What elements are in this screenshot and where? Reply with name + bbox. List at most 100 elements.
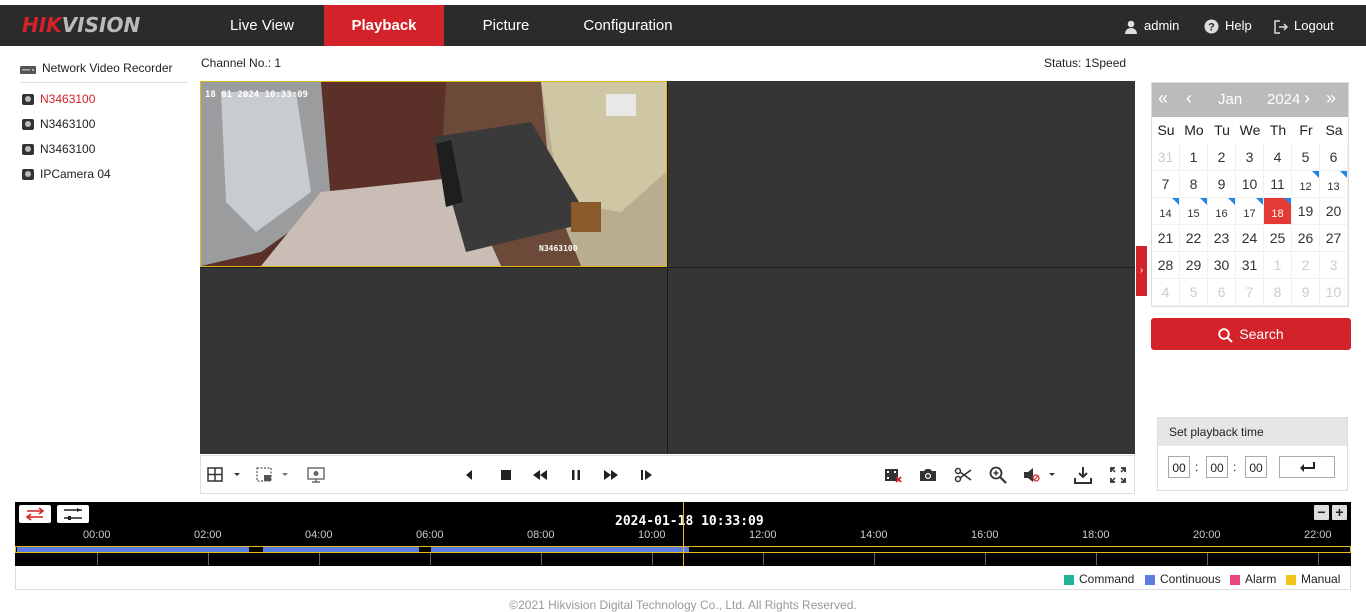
calendar-day[interactable]: 23 bbox=[1208, 225, 1236, 252]
channel-label: N3463100 bbox=[40, 117, 96, 131]
calendar-day[interactable]: 29 bbox=[1180, 252, 1208, 279]
calendar-day[interactable]: 1 bbox=[1264, 252, 1292, 279]
timeline-settings-button[interactable] bbox=[57, 505, 89, 523]
calendar-day[interactable]: 28 bbox=[1152, 252, 1180, 279]
timeline-zoom-out-button[interactable]: − bbox=[1314, 505, 1329, 520]
calendar-day[interactable]: 7 bbox=[1152, 171, 1180, 198]
calendar-day[interactable]: 11 bbox=[1264, 171, 1292, 198]
calendar-day[interactable]: 1 bbox=[1180, 144, 1208, 171]
channel-item[interactable]: N3463100 bbox=[22, 116, 95, 132]
video-window-2[interactable] bbox=[668, 81, 1135, 267]
calendar-day[interactable]: 20 bbox=[1320, 198, 1348, 225]
channel-item[interactable]: IPCamera 04 bbox=[22, 166, 111, 182]
reverse-play-button[interactable] bbox=[459, 466, 479, 484]
help-label: Help bbox=[1225, 18, 1252, 33]
stop-all-button[interactable] bbox=[883, 466, 903, 484]
frame-step-icon bbox=[641, 470, 652, 480]
zoom-button[interactable] bbox=[988, 466, 1008, 484]
video-window-1[interactable]: 18 01 2024 10:33:09 N3463100 bbox=[200, 81, 667, 267]
channel-item[interactable]: N3463100 bbox=[22, 91, 95, 107]
calendar-day[interactable]: 31 bbox=[1236, 252, 1264, 279]
calendar-day[interactable]: 8 bbox=[1264, 279, 1292, 306]
calendar-day[interactable]: 2 bbox=[1208, 144, 1236, 171]
rewind-icon bbox=[533, 470, 547, 480]
slow-forward-button[interactable] bbox=[530, 466, 550, 484]
calendar-day[interactable]: 10 bbox=[1236, 171, 1264, 198]
calendar-day[interactable]: 5 bbox=[1292, 144, 1320, 171]
calendar-day[interactable]: 27 bbox=[1320, 225, 1348, 252]
calendar-day[interactable]: 30 bbox=[1208, 252, 1236, 279]
calendar-day[interactable]: 17 bbox=[1236, 198, 1264, 225]
calendar-day[interactable]: 9 bbox=[1208, 171, 1236, 198]
tab-picture[interactable]: Picture bbox=[444, 5, 568, 46]
calendar-day[interactable]: 6 bbox=[1320, 144, 1348, 171]
calendar-day[interactable]: 4 bbox=[1152, 279, 1180, 306]
fullscreen-button[interactable] bbox=[1108, 466, 1128, 484]
search-button[interactable]: Search bbox=[1151, 318, 1351, 350]
calendar-day[interactable]: 5 bbox=[1180, 279, 1208, 306]
calendar-day[interactable]: 2 bbox=[1292, 252, 1320, 279]
prev-month-icon[interactable]: ‹ bbox=[1186, 88, 1192, 109]
timeline-expand-button[interactable] bbox=[19, 505, 51, 523]
calendar-day[interactable]: 4 bbox=[1264, 144, 1292, 171]
legend-item: Manual bbox=[1286, 572, 1340, 586]
calendar-day[interactable]: 14 bbox=[1152, 198, 1180, 225]
calendar-day[interactable]: 8 bbox=[1180, 171, 1208, 198]
calendar-day[interactable]: 24 bbox=[1236, 225, 1264, 252]
download-button[interactable] bbox=[1073, 466, 1093, 484]
calendar-day[interactable]: 16 bbox=[1208, 198, 1236, 225]
video-camera-name-overlay: N3463100 bbox=[539, 244, 578, 253]
prev-year-icon[interactable]: « bbox=[1158, 88, 1168, 109]
capture-region-button[interactable] bbox=[256, 466, 290, 484]
calendar-day[interactable]: 15 bbox=[1180, 198, 1208, 225]
calendar: « ‹ Jan 2024 › » Su Mo Tu We Th Fr Sa 31… bbox=[1151, 82, 1349, 307]
recording-segment bbox=[431, 547, 689, 552]
hour-input[interactable]: 00 bbox=[1168, 456, 1190, 478]
calendar-day[interactable]: 10 bbox=[1320, 279, 1348, 306]
video-window-4[interactable] bbox=[668, 268, 1135, 454]
timeline-tick-label: 12:00 bbox=[749, 529, 777, 541]
calendar-day[interactable]: 25 bbox=[1264, 225, 1292, 252]
calendar-day[interactable]: 3 bbox=[1236, 144, 1264, 171]
calendar-day[interactable]: 13 bbox=[1320, 171, 1348, 198]
calendar-day[interactable]: 7 bbox=[1236, 279, 1264, 306]
channel-item[interactable]: N3463100 bbox=[22, 141, 95, 157]
help-link[interactable]: ? Help bbox=[1204, 5, 1252, 46]
calendar-day[interactable]: 6 bbox=[1208, 279, 1236, 306]
playhead[interactable] bbox=[683, 502, 684, 566]
calendar-day[interactable]: 22 bbox=[1180, 225, 1208, 252]
tab-live-view[interactable]: Live View bbox=[200, 5, 324, 46]
calendar-day[interactable]: 12 bbox=[1292, 171, 1320, 198]
tab-playback[interactable]: Playback bbox=[324, 5, 444, 46]
device-tree-root[interactable]: Network Video Recorder bbox=[20, 60, 188, 83]
tab-configuration[interactable]: Configuration bbox=[568, 5, 688, 46]
go-to-time-button[interactable] bbox=[1279, 456, 1335, 478]
single-frame-button[interactable] bbox=[637, 466, 657, 484]
fast-forward-button[interactable] bbox=[601, 466, 621, 484]
calendar-day[interactable]: 9 bbox=[1292, 279, 1320, 306]
minute-input[interactable]: 00 bbox=[1206, 456, 1228, 478]
capture-button[interactable] bbox=[918, 466, 938, 484]
second-input[interactable]: 00 bbox=[1245, 456, 1267, 478]
stop-button[interactable] bbox=[496, 466, 516, 484]
clip-button[interactable] bbox=[953, 466, 973, 484]
timeline[interactable]: 2024-01-18 10:33:09 − + 00:00 02:00 04:00 0… bbox=[15, 502, 1351, 566]
digital-zoom-button[interactable] bbox=[306, 466, 326, 484]
audio-button[interactable] bbox=[1023, 466, 1057, 484]
logout-link[interactable]: Logout bbox=[1274, 5, 1334, 46]
calendar-day[interactable]: 3 bbox=[1320, 252, 1348, 279]
panel-collapse-toggle[interactable]: › bbox=[1136, 246, 1147, 296]
calendar-day[interactable]: 21 bbox=[1152, 225, 1180, 252]
video-window-3[interactable] bbox=[200, 268, 667, 454]
calendar-day[interactable]: 26 bbox=[1292, 225, 1320, 252]
pause-button[interactable] bbox=[566, 466, 586, 484]
window-layout-button[interactable] bbox=[207, 466, 241, 484]
next-month-icon[interactable]: › bbox=[1304, 88, 1310, 109]
calendar-day-selected[interactable]: 18 bbox=[1264, 198, 1292, 225]
calendar-day[interactable]: 19 bbox=[1292, 198, 1320, 225]
next-year-icon[interactable]: » bbox=[1326, 88, 1336, 109]
timeline-zoom-in-button[interactable]: + bbox=[1332, 505, 1347, 520]
calendar-day[interactable]: 31 bbox=[1152, 144, 1180, 171]
user-menu[interactable]: admin bbox=[1124, 5, 1179, 46]
camera-icon bbox=[22, 169, 34, 181]
